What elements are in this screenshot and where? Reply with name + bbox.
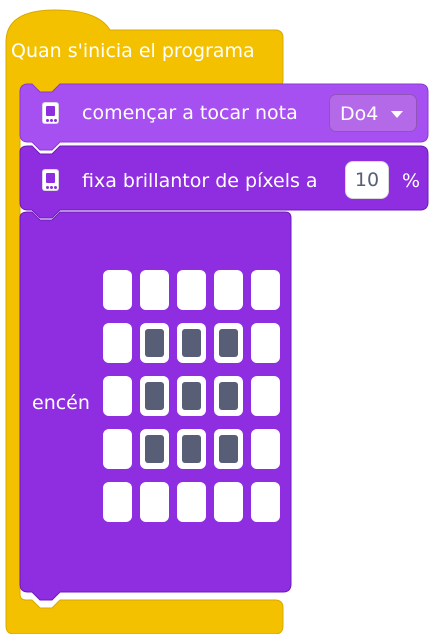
led-pixel-off[interactable] [103, 323, 132, 363]
light-label: encén [32, 392, 90, 414]
led-pixel-on[interactable] [140, 429, 169, 469]
led-pixel-on[interactable] [140, 323, 169, 363]
led-pixel-off[interactable] [103, 270, 132, 310]
led-pixel-on[interactable] [177, 376, 206, 416]
led-pixel-off[interactable] [251, 429, 280, 469]
play-note-label: començar a tocar nota [82, 102, 298, 124]
percent-sign: % [402, 170, 421, 192]
brightness-input[interactable]: 10 [345, 161, 389, 199]
microbit-icon [42, 102, 59, 124]
led-pixel-off[interactable] [177, 482, 206, 522]
led-pixel-on[interactable] [214, 323, 243, 363]
led-pixel-on[interactable] [177, 429, 206, 469]
note-dropdown[interactable]: Do4 [329, 94, 417, 132]
hat-block-label: Quan s'inicia el programa [11, 40, 255, 62]
led-pixel-off[interactable] [251, 376, 280, 416]
caret-down-icon [391, 111, 403, 118]
led-pixel-off[interactable] [251, 270, 280, 310]
led-pixel-off[interactable] [103, 376, 132, 416]
led-pixel-off[interactable] [103, 429, 132, 469]
led-pixel-off[interactable] [140, 482, 169, 522]
led-pixel-on[interactable] [214, 376, 243, 416]
led-pixel-on[interactable] [177, 323, 206, 363]
led-pixel-off[interactable] [214, 270, 243, 310]
led-pixel-off[interactable] [251, 482, 280, 522]
note-dropdown-value: Do4 [340, 103, 379, 125]
microbit-icon [42, 169, 59, 191]
led-pixel-off[interactable] [251, 323, 280, 363]
led-pixel-off[interactable] [214, 482, 243, 522]
led-pixel-off[interactable] [103, 482, 132, 522]
led-pixel-on[interactable] [140, 376, 169, 416]
led-pixel-off[interactable] [140, 270, 169, 310]
led-pixel-on[interactable] [214, 429, 243, 469]
brightness-label: fixa brillantor de píxels a [82, 170, 318, 192]
led-pixel-off[interactable] [177, 270, 206, 310]
